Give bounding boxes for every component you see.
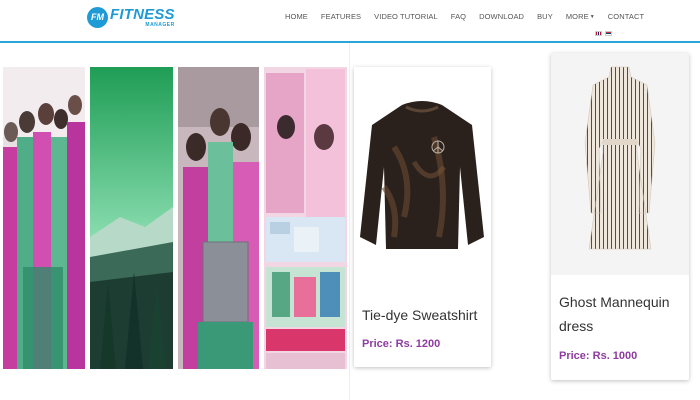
logo[interactable]: FM FITNESS MANAGER	[87, 6, 175, 28]
nav-features[interactable]: FEATURES	[321, 12, 361, 21]
product-card[interactable]: Tie-dye Sweatshirt Price: Rs. 1200	[354, 67, 491, 367]
logo-badge: FM	[87, 6, 108, 28]
mountain-forest-photo[interactable]	[90, 67, 173, 369]
product-card[interactable]: Ghost Mannequin dress Price: Rs. 1000	[551, 53, 689, 380]
product-price: Price: Rs. 1000	[559, 350, 638, 362]
logo-subtitle: MANAGER	[145, 21, 175, 28]
collage-photo[interactable]	[264, 67, 347, 369]
nav-home[interactable]: HOME	[285, 12, 308, 21]
main-nav: HOME FEATURES VIDEO TUTORIAL FAQ DOWNLOA…	[285, 12, 657, 21]
nav-video-tutorial[interactable]: VIDEO TUTORIAL	[374, 12, 438, 21]
striped-dress-image[interactable]	[551, 53, 689, 275]
product-price: Price: Rs. 1200	[362, 338, 441, 350]
column-divider	[349, 43, 350, 400]
nav-more-label: MORE	[565, 12, 589, 21]
group-of-people-photo[interactable]	[3, 67, 85, 369]
site-header: FM FITNESS MANAGER HOME FEATURES VIDEO T…	[0, 0, 700, 43]
product-title[interactable]: Ghost Mannequin dress	[559, 290, 681, 338]
nav-download[interactable]: DOWNLOAD	[479, 12, 524, 21]
logo-title: FITNESS	[110, 5, 175, 23]
caret-down-icon: ▼	[589, 14, 595, 21]
product-title[interactable]: Tie-dye Sweatshirt	[362, 303, 487, 327]
english-flag-icon[interactable]	[595, 31, 602, 36]
nav-buy[interactable]: BUY	[537, 12, 553, 21]
page: FM FITNESS MANAGER HOME FEATURES VIDEO T…	[0, 0, 700, 400]
logo-text: FITNESS MANAGER	[110, 7, 175, 28]
language-switcher	[595, 31, 612, 36]
nav-contact[interactable]: CONTACT	[608, 12, 644, 21]
nav-more[interactable]: MORE▼	[566, 12, 595, 21]
serbian-flag-icon[interactable]	[605, 31, 612, 36]
nav-faq[interactable]: FAQ	[451, 12, 466, 21]
women-with-laptop-photo[interactable]	[178, 67, 259, 369]
sweatshirt-image[interactable]	[354, 67, 491, 265]
